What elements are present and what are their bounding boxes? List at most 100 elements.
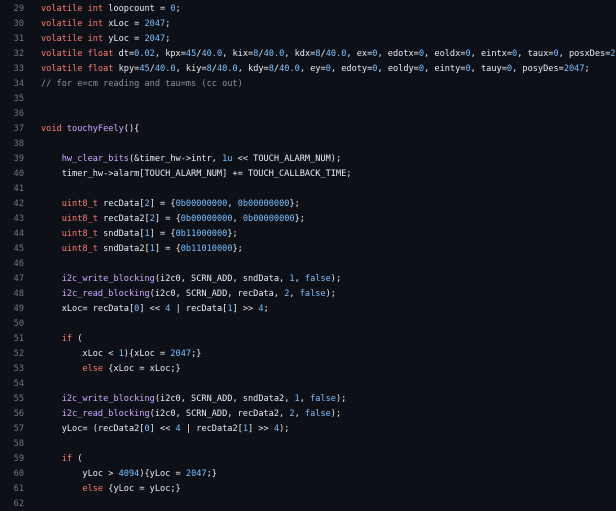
code-token: 40.0 — [279, 63, 300, 74]
code-token: ( — [72, 453, 83, 464]
line-number: 50 — [13, 318, 24, 329]
code-line[interactable]: 43 uint8_t recData2[2] = {0b00000000, 0b… — [0, 211, 616, 226]
code-line[interactable]: 40 timer_hw->alarm[TOUCH_ALARM_NUM] += T… — [0, 166, 616, 181]
code-line[interactable]: 54 — [0, 376, 616, 391]
code-token: 40.0 — [154, 63, 176, 74]
code-token: , ex= — [346, 48, 373, 59]
code-line[interactable]: 38 — [0, 136, 616, 151]
code-editor[interactable]: 29 volatile int loopcount = 0; 30 volatile … — [0, 0, 616, 511]
code-line[interactable]: 51 if ( — [0, 331, 616, 346]
code-token: if — [61, 333, 73, 344]
code-token: ; — [175, 3, 181, 14]
code-line[interactable]: 29 volatile int loopcount = 0; — [0, 1, 616, 16]
line-number: 61 — [13, 483, 24, 494]
code-token: uint8_t — [61, 213, 104, 224]
code-token: ; — [165, 18, 171, 29]
code-token: 2047 — [610, 48, 616, 59]
line-code: if ( — [41, 453, 83, 464]
code-token: << TOUCH_ALARM_NUM); — [232, 153, 342, 164]
code-line[interactable]: 32 volatile float dt=0.02, kpx=45/40.0, k… — [0, 46, 616, 61]
line-code: void touchyFeely(){ — [41, 124, 139, 134]
code-token: {yLoc = yLoc;} — [103, 483, 181, 494]
code-token: false — [310, 393, 336, 404]
code-token: , — [227, 198, 238, 209]
code-token: ; — [584, 63, 590, 74]
code-line[interactable]: 47 i2c_write_blocking(i2c0, SCRN_ADD, sn… — [0, 271, 616, 286]
code-token: (i2c0, SCRN_ADD, recData, — [149, 288, 285, 299]
code-token: 2047 — [563, 63, 585, 74]
code-line[interactable]: 33 volatile float kpy=45/40.0, kiy=8/40.0… — [0, 61, 616, 76]
code-line[interactable]: 55 i2c_write_blocking(i2c0, SCRN_ADD, sn… — [0, 391, 616, 406]
code-token: , tauy= — [470, 63, 507, 74]
code-token: 4094 — [118, 468, 140, 479]
line-number: 37 — [13, 123, 24, 134]
code-line[interactable]: 53 else {xLoc = xLoc;} — [0, 361, 616, 376]
line-number: 48 — [13, 288, 24, 299]
code-line[interactable]: 50 — [0, 316, 616, 331]
code-token: | recData2[ — [180, 423, 243, 434]
code-line[interactable]: 31 volatile int yLoc = 2047; — [0, 31, 616, 46]
code-token: volatile int — [41, 3, 109, 14]
code-token: ] = { — [154, 213, 181, 224]
code-token: (i2c0, SCRN_ADD, sndData, — [154, 273, 290, 284]
line-code: volatile float kpy=45/40.0, kiy=8/40.0, … — [41, 64, 590, 74]
line-code: xLoc < 1){xLoc = 2047;} — [41, 349, 201, 359]
code-token: 45 — [185, 48, 197, 59]
code-token: ] >> — [232, 303, 259, 314]
code-token: xLoc < — [41, 348, 119, 359]
code-line[interactable]: 59 if ( — [0, 451, 616, 466]
code-line[interactable]: 56 i2c_read_blocking(i2c0, SCRN_ADD, rec… — [0, 406, 616, 421]
line-number: 46 — [13, 258, 24, 269]
code-token: ] << — [139, 303, 166, 314]
code-token: 2047 — [170, 348, 192, 359]
code-token: else — [82, 363, 104, 374]
code-line[interactable]: 44 uint8_t sndData[1] = {0b11000000}; — [0, 226, 616, 241]
code-token: yLoc= (recData2[ — [41, 423, 145, 434]
code-token: ); — [325, 288, 336, 299]
line-number: 38 — [13, 138, 24, 149]
code-line[interactable]: 61 else {yLoc = yLoc;} — [0, 481, 616, 496]
code-line[interactable]: 36 — [0, 106, 616, 121]
code-line[interactable]: 60 yLoc > 4094){yLoc = 2047;} — [0, 466, 616, 481]
code-line[interactable]: 58 — [0, 436, 616, 451]
code-token: sndData2[ — [103, 243, 150, 254]
line-code: volatile int loopcount = 0; — [41, 4, 181, 14]
code-token: , edotx= — [377, 48, 419, 59]
code-token: }; — [289, 198, 300, 209]
line-number: 41 — [13, 183, 24, 194]
code-line[interactable]: 42 uint8_t recData[2] = {0b00000000, 0b0… — [0, 196, 616, 211]
code-token: ; — [263, 303, 269, 314]
code-token: , eoldx= — [424, 48, 466, 59]
code-token: , kdy= — [237, 63, 269, 74]
code-token: i2c_write_blocking — [61, 393, 155, 404]
code-token: 40.0 — [216, 63, 238, 74]
code-line[interactable]: 62 — [0, 496, 616, 511]
code-line[interactable]: 35 — [0, 91, 616, 106]
code-line[interactable]: 46 — [0, 256, 616, 271]
code-line[interactable]: 30 volatile int xLoc = 2047; — [0, 16, 616, 31]
line-number: 32 — [13, 48, 24, 59]
line-number: 30 — [13, 18, 24, 29]
line-number: 36 — [13, 108, 24, 119]
code-line[interactable]: 49 xLoc= recData[0] << 4 | recData[1] >>… — [0, 301, 616, 316]
code-line[interactable]: 39 hw_clear_bits(&timer_hw->intr, 1u << … — [0, 151, 616, 166]
code-token: ;} — [206, 468, 217, 479]
code-line[interactable]: 48 i2c_read_blocking(i2c0, SCRN_ADD, rec… — [0, 286, 616, 301]
line-number: 33 — [13, 63, 24, 74]
code-token: touchyFeely — [66, 123, 124, 134]
code-line[interactable]: 41 — [0, 181, 616, 196]
code-line[interactable]: 37 void touchyFeely(){ — [0, 121, 616, 136]
code-line[interactable]: 45 uint8_t sndData2[1] = {0b11010000}; — [0, 241, 616, 256]
code-token: , — [294, 273, 305, 284]
code-line[interactable]: 52 xLoc < 1){xLoc = 2047;} — [0, 346, 616, 361]
code-token: uint8_t — [61, 228, 104, 239]
code-line[interactable]: 34 // for e=cm reading and tau=ms (cc out… — [0, 76, 616, 91]
code-line[interactable]: 57 yLoc= (recData2[0] << 4 | recData2[1]… — [0, 421, 616, 436]
